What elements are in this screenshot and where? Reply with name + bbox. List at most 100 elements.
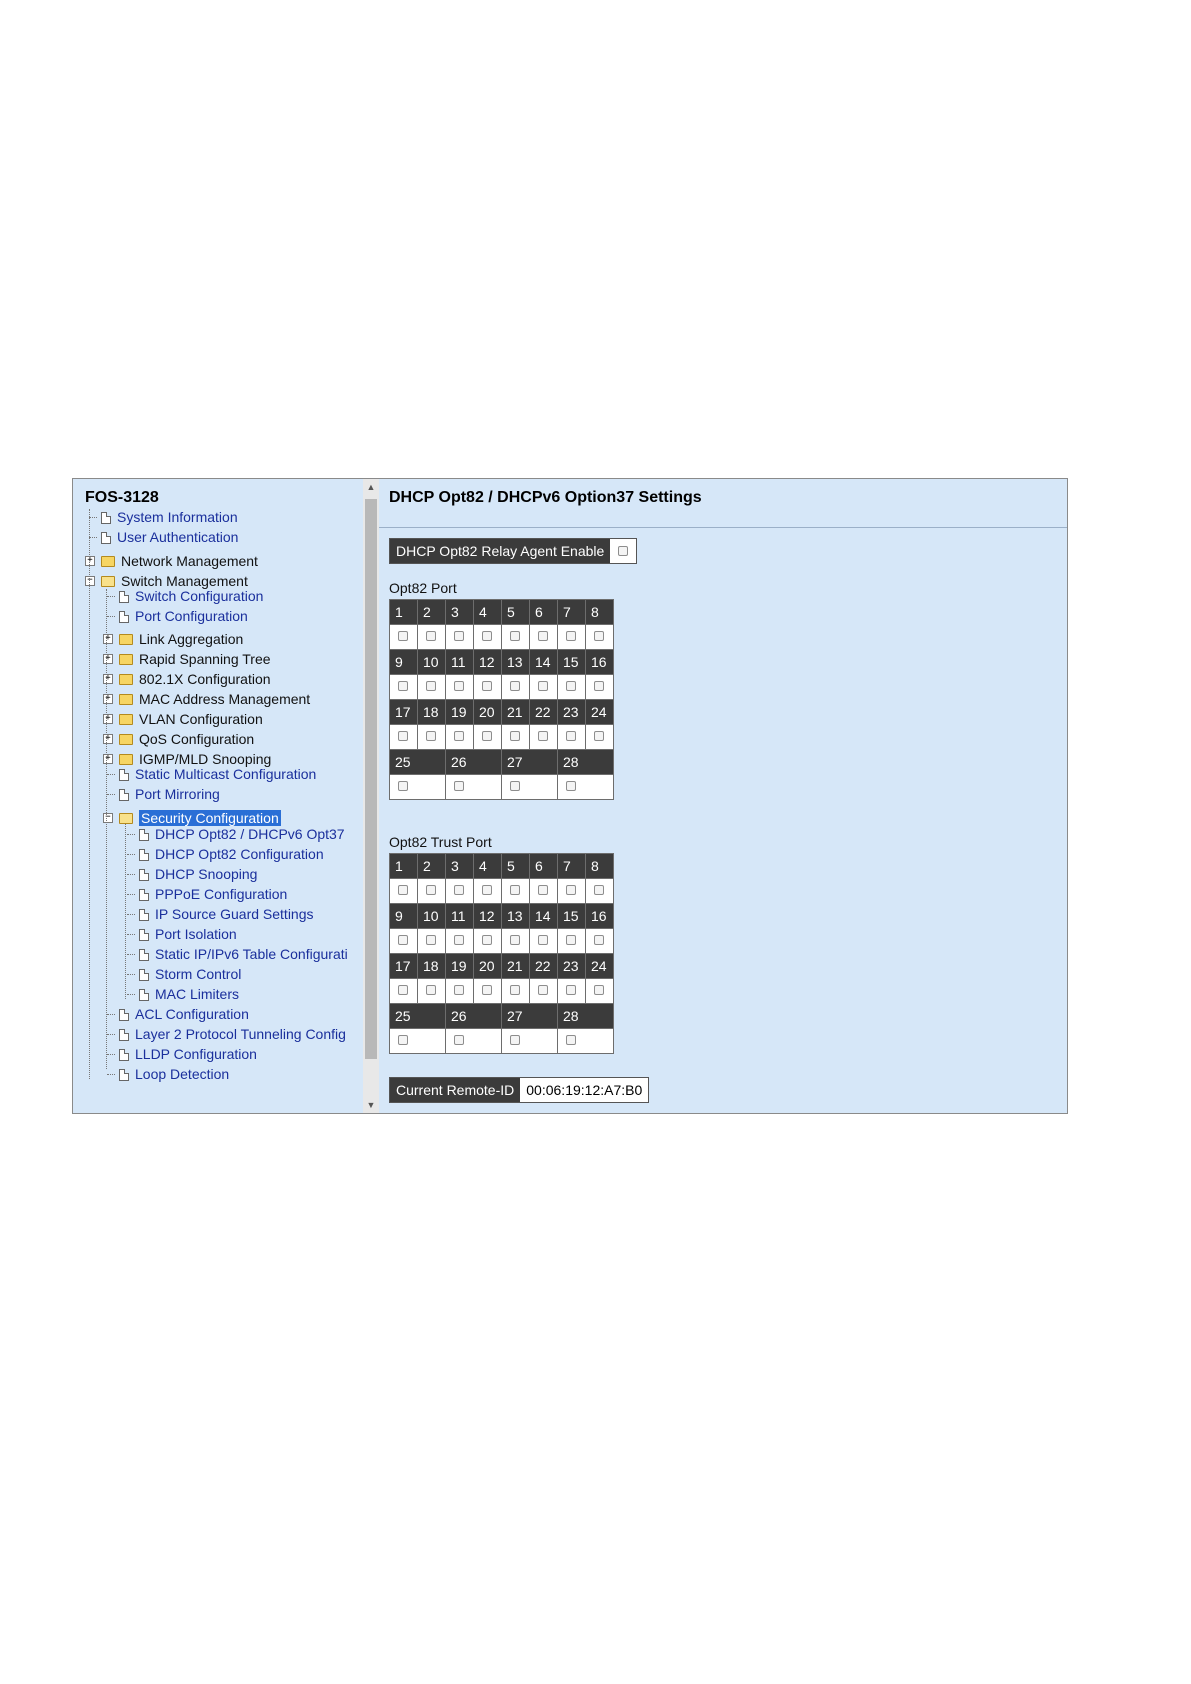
trust-port-22-checkbox[interactable] bbox=[538, 985, 548, 995]
opt82-port-27-checkbox[interactable] bbox=[510, 781, 520, 791]
expand-icon[interactable]: + bbox=[103, 634, 113, 644]
tree-item-system-information[interactable]: System Information bbox=[89, 507, 238, 527]
expand-icon[interactable]: + bbox=[103, 674, 113, 684]
trust-port-6-checkbox[interactable] bbox=[538, 885, 548, 895]
trust-port-4-checkbox[interactable] bbox=[482, 885, 492, 895]
trust-port-27-checkbox[interactable] bbox=[510, 1035, 520, 1045]
tree-item-switch-configuration[interactable]: Switch Configuration bbox=[107, 586, 263, 606]
tree-item-rapid-spanning-tree[interactable]: + Rapid Spanning Tree bbox=[103, 649, 271, 669]
tree-item-vlan-configuration[interactable]: + VLAN Configuration bbox=[103, 709, 263, 729]
tree-item-mac-address-management[interactable]: + MAC Address Management bbox=[103, 689, 310, 709]
trust-port-20-checkbox[interactable] bbox=[482, 985, 492, 995]
tree-scrollbar[interactable]: ▲ ▼ bbox=[363, 479, 379, 1113]
tree-item-ip-source-guard-settings[interactable]: IP Source Guard Settings bbox=[127, 904, 314, 924]
tree-item-acl-configuration[interactable]: ACL Configuration bbox=[107, 1004, 249, 1024]
trust-port-18-checkbox[interactable] bbox=[426, 985, 436, 995]
trust-port-28-checkbox[interactable] bbox=[566, 1035, 576, 1045]
tree-item-qos-configuration[interactable]: + QoS Configuration bbox=[103, 729, 254, 749]
scroll-thumb[interactable] bbox=[365, 499, 377, 1059]
tree-item-mac-limiters[interactable]: MAC Limiters bbox=[127, 984, 239, 1004]
trust-port-8-checkbox[interactable] bbox=[594, 885, 604, 895]
opt82-port-2-checkbox[interactable] bbox=[426, 631, 436, 641]
expand-icon[interactable]: + bbox=[103, 714, 113, 724]
opt82-port-21-checkbox[interactable] bbox=[510, 731, 520, 741]
opt82-port-1-checkbox[interactable] bbox=[398, 631, 408, 641]
tree-item-static-multicast-configuration[interactable]: Static Multicast Configuration bbox=[107, 764, 316, 784]
trust-port-16-checkbox[interactable] bbox=[594, 935, 604, 945]
trust-port-5-checkbox[interactable] bbox=[510, 885, 520, 895]
tree-item-loop-detection[interactable]: Loop Detection bbox=[107, 1064, 229, 1084]
opt82-port-15-checkbox[interactable] bbox=[566, 681, 576, 691]
opt82-port-11-checkbox[interactable] bbox=[454, 681, 464, 691]
trust-port-24-checkbox[interactable] bbox=[594, 985, 604, 995]
tree-item-static-ip-ipv6-table-configurati[interactable]: Static IP/IPv6 Table Configurati bbox=[127, 944, 348, 964]
tree-item-dhcp-opt82-configuration[interactable]: DHCP Opt82 Configuration bbox=[127, 844, 324, 864]
opt82-port-8-checkbox[interactable] bbox=[594, 631, 604, 641]
tree-item-dhcp-snooping[interactable]: DHCP Snooping bbox=[127, 864, 257, 884]
port-number-label: 17 bbox=[389, 699, 418, 725]
tree-item-port-configuration[interactable]: Port Configuration bbox=[107, 606, 248, 626]
trust-port-1-checkbox[interactable] bbox=[398, 885, 408, 895]
tree-item-dhcp-opt82-dhcpv6-opt37[interactable]: DHCP Opt82 / DHCPv6 Opt37 bbox=[127, 824, 345, 844]
trust-port-2-checkbox[interactable] bbox=[426, 885, 436, 895]
opt82-port-24-checkbox[interactable] bbox=[594, 731, 604, 741]
opt82-port-3-checkbox[interactable] bbox=[454, 631, 464, 641]
expand-icon[interactable]: + bbox=[85, 556, 95, 566]
tree-item-802-1x-configuration[interactable]: +802.1X Configuration bbox=[103, 669, 271, 689]
opt82-port-12-checkbox[interactable] bbox=[482, 681, 492, 691]
tree-item-pppoe-configuration[interactable]: PPPoE Configuration bbox=[127, 884, 287, 904]
opt82-port-26-checkbox[interactable] bbox=[454, 781, 464, 791]
opt82-port-5-checkbox[interactable] bbox=[510, 631, 520, 641]
opt82-port-25-checkbox[interactable] bbox=[398, 781, 408, 791]
tree-item-label: 802.1X Configuration bbox=[139, 671, 271, 687]
trust-port-11-checkbox[interactable] bbox=[454, 935, 464, 945]
tree-item-storm-control[interactable]: Storm Control bbox=[127, 964, 241, 984]
trust-port-19-checkbox[interactable] bbox=[454, 985, 464, 995]
trust-port-12-checkbox[interactable] bbox=[482, 935, 492, 945]
tree-item-lldp-configuration[interactable]: LLDP Configuration bbox=[107, 1044, 257, 1064]
opt82-port-7-checkbox[interactable] bbox=[566, 631, 576, 641]
trust-port-3-checkbox[interactable] bbox=[454, 885, 464, 895]
trust-port-9-checkbox[interactable] bbox=[398, 935, 408, 945]
collapse-icon[interactable]: − bbox=[85, 576, 95, 586]
opt82-port-17-checkbox[interactable] bbox=[398, 731, 408, 741]
opt82-port-16-checkbox[interactable] bbox=[594, 681, 604, 691]
trust-port-15-checkbox[interactable] bbox=[566, 935, 576, 945]
trust-port-14-checkbox[interactable] bbox=[538, 935, 548, 945]
collapse-icon[interactable]: − bbox=[103, 813, 113, 823]
opt82-port-9-checkbox[interactable] bbox=[398, 681, 408, 691]
scroll-up-arrow-icon[interactable]: ▲ bbox=[363, 479, 379, 495]
trust-port-17-checkbox[interactable] bbox=[398, 985, 408, 995]
expand-icon[interactable]: + bbox=[103, 734, 113, 744]
opt82-port-20-checkbox[interactable] bbox=[482, 731, 492, 741]
opt82-port-18-checkbox[interactable] bbox=[426, 731, 436, 741]
opt82-port-28-checkbox[interactable] bbox=[566, 781, 576, 791]
tree-item-network-management[interactable]: + Network Management bbox=[85, 551, 258, 571]
tree-item-port-mirroring[interactable]: Port Mirroring bbox=[107, 784, 220, 804]
opt82-port-6-checkbox[interactable] bbox=[538, 631, 548, 641]
opt82-port-22-checkbox[interactable] bbox=[538, 731, 548, 741]
opt82-port-23-checkbox[interactable] bbox=[566, 731, 576, 741]
trust-port-25-checkbox[interactable] bbox=[398, 1035, 408, 1045]
trust-port-13-checkbox[interactable] bbox=[510, 935, 520, 945]
tree-item-layer-2-protocol-tunneling-config[interactable]: Layer 2 Protocol Tunneling Config bbox=[107, 1024, 346, 1044]
trust-port-21-checkbox[interactable] bbox=[510, 985, 520, 995]
relay-agent-enable-checkbox[interactable] bbox=[618, 546, 629, 556]
port-checkbox-cell bbox=[501, 774, 558, 800]
trust-port-23-checkbox[interactable] bbox=[566, 985, 576, 995]
expand-icon[interactable]: + bbox=[103, 654, 113, 664]
opt82-port-19-checkbox[interactable] bbox=[454, 731, 464, 741]
tree-item-port-isolation[interactable]: Port Isolation bbox=[127, 924, 237, 944]
opt82-port-13-checkbox[interactable] bbox=[510, 681, 520, 691]
opt82-port-10-checkbox[interactable] bbox=[426, 681, 436, 691]
expand-icon[interactable]: + bbox=[103, 694, 113, 704]
opt82-port-14-checkbox[interactable] bbox=[538, 681, 548, 691]
scroll-down-arrow-icon[interactable]: ▼ bbox=[363, 1097, 379, 1113]
trust-port-7-checkbox[interactable] bbox=[566, 885, 576, 895]
tree-item-link-aggregation[interactable]: + Link Aggregation bbox=[103, 629, 243, 649]
opt82-port-4-checkbox[interactable] bbox=[482, 631, 492, 641]
expand-icon[interactable]: + bbox=[103, 754, 113, 764]
tree-item-user-authentication[interactable]: User Authentication bbox=[89, 527, 238, 547]
trust-port-10-checkbox[interactable] bbox=[426, 935, 436, 945]
trust-port-26-checkbox[interactable] bbox=[454, 1035, 464, 1045]
